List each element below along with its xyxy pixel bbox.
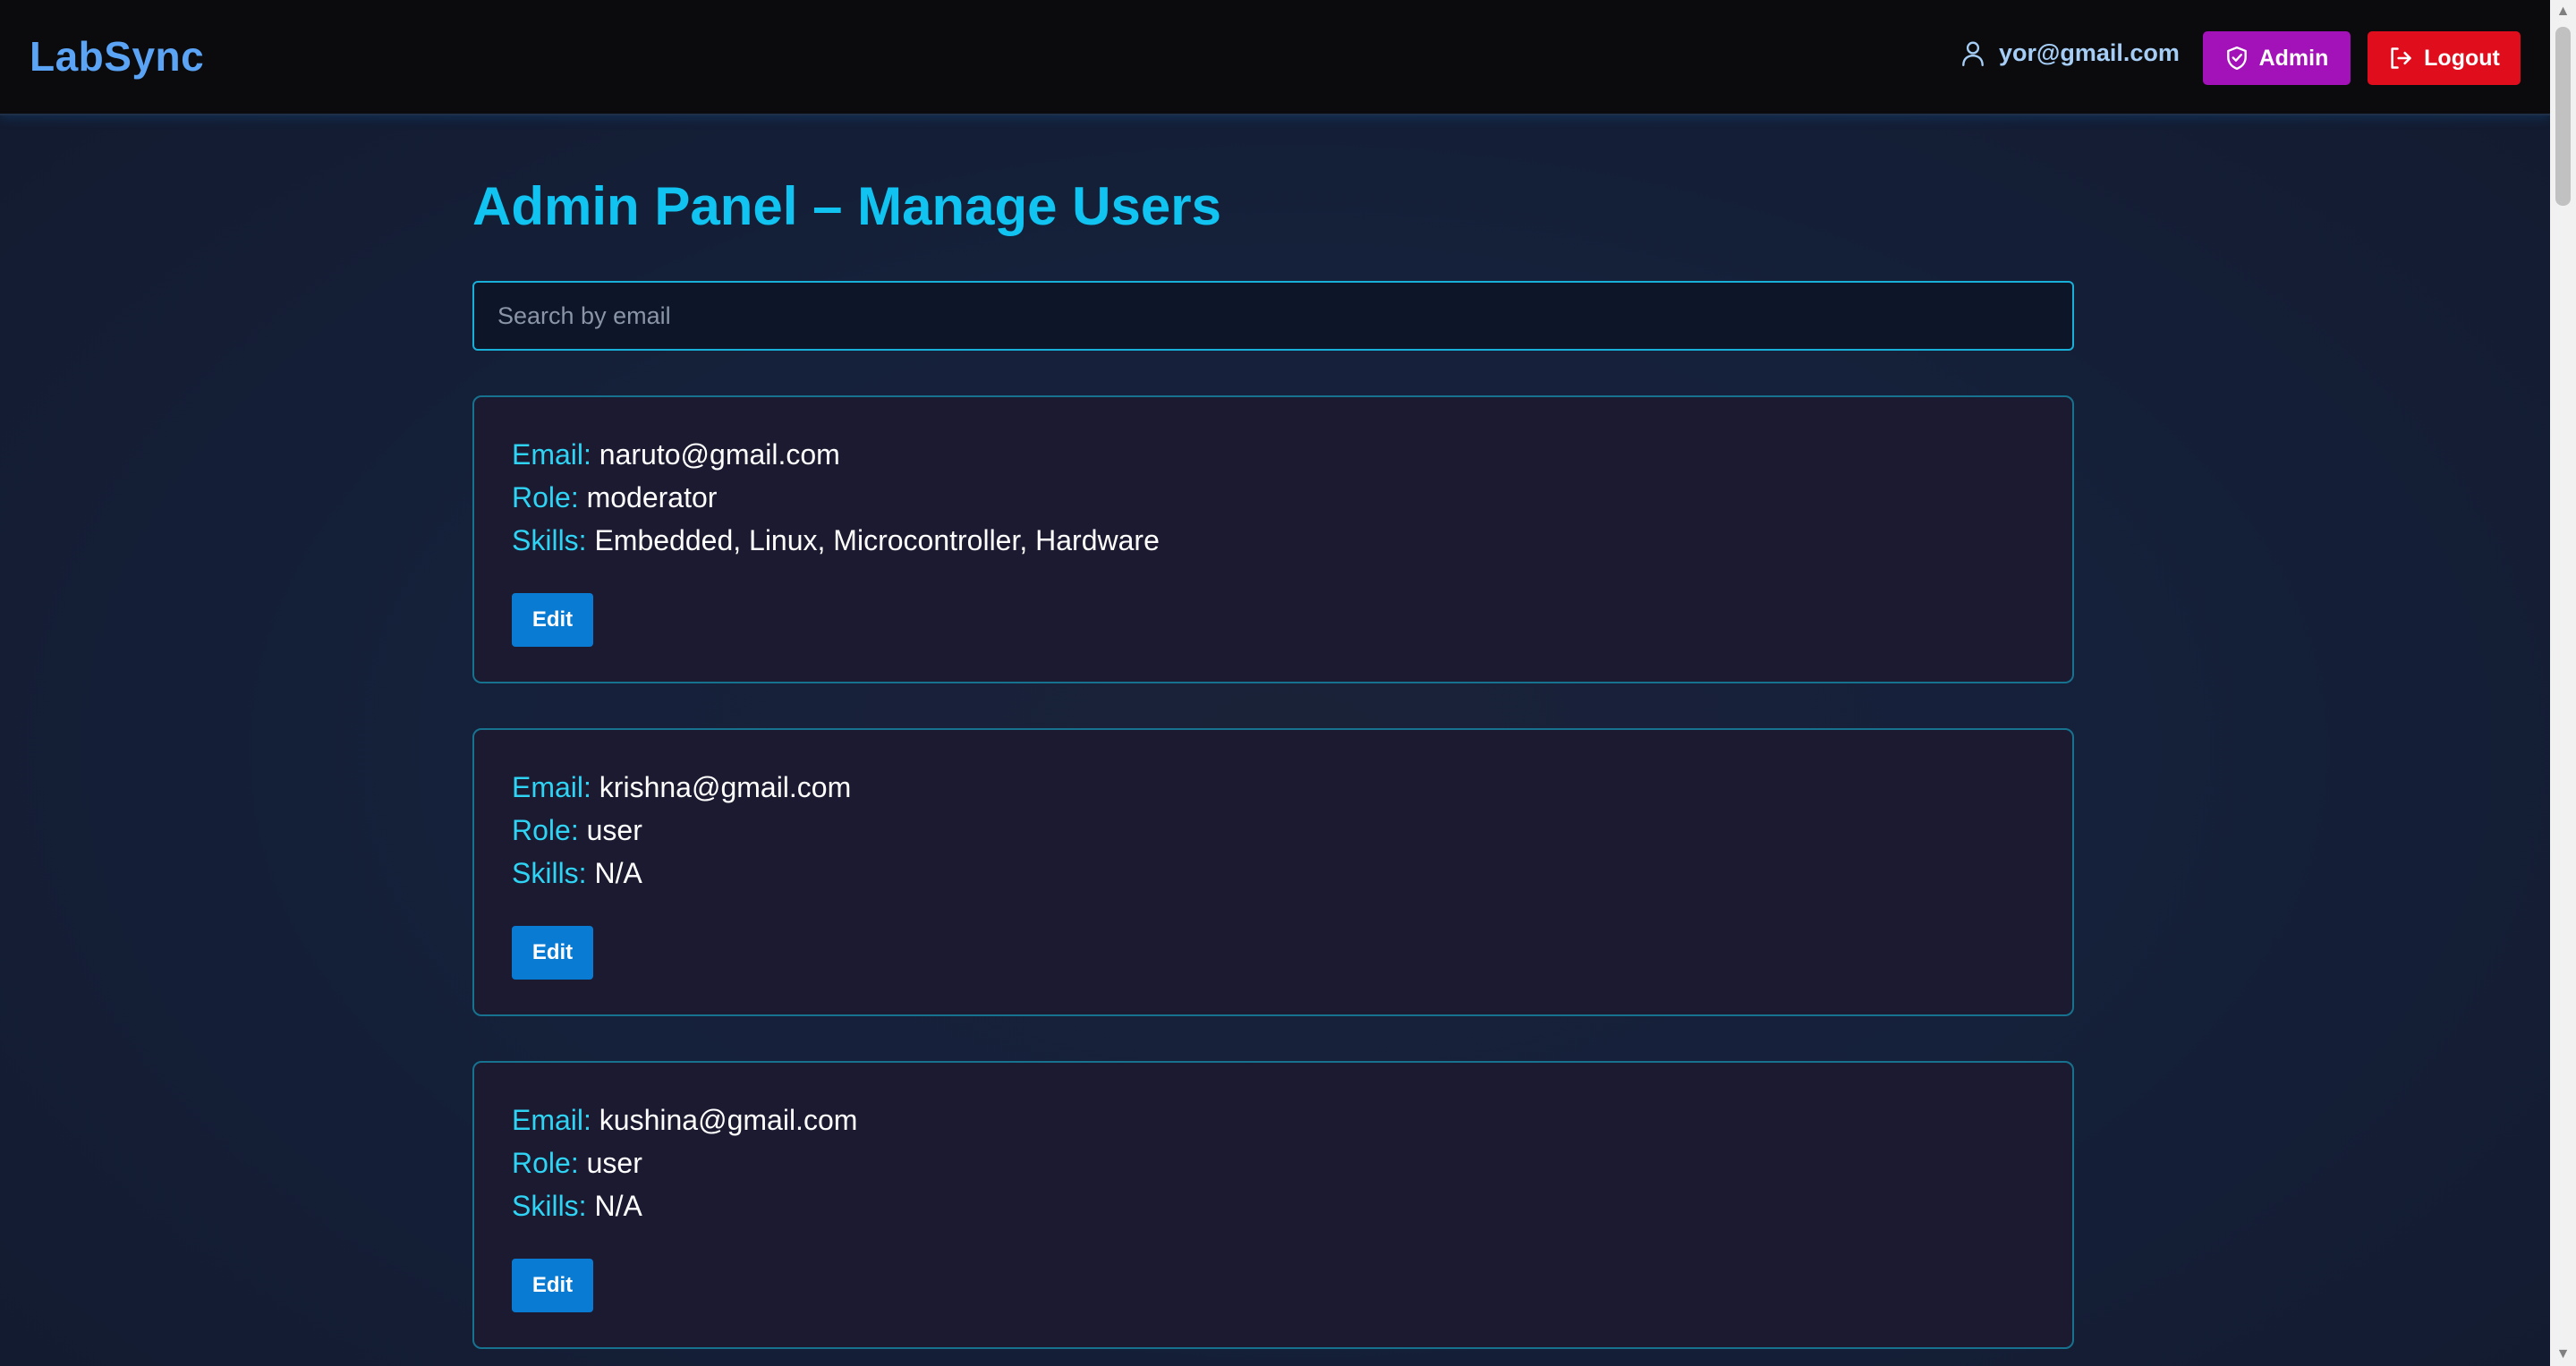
scroll-down-arrow-icon[interactable]: ▼ — [2550, 1343, 2576, 1366]
role-label: Role: — [512, 814, 579, 846]
user-role-row: Role: user — [512, 1147, 642, 1180]
edit-user-button[interactable]: Edit — [512, 1259, 593, 1312]
user-card: Email: kushina@gmail.com Role: user Skil… — [472, 1061, 2074, 1349]
user-skills-row: Skills: N/A — [512, 1190, 642, 1223]
user-role-row: Role: user — [512, 814, 642, 847]
role-label: Role: — [512, 1147, 579, 1179]
search-input[interactable] — [472, 281, 2074, 351]
page-title: Admin Panel – Manage Users — [472, 176, 1221, 236]
user-email-row: Email: kushina@gmail.com — [512, 1104, 857, 1137]
email-label: Email: — [512, 438, 591, 471]
user-card: Email: krishna@gmail.com Role: user Skil… — [472, 728, 2074, 1016]
user-skills-row: Skills: Embedded, Linux, Microcontroller… — [512, 524, 1160, 557]
skills-label: Skills: — [512, 1190, 587, 1222]
admin-button-label: Admin — [2258, 45, 2329, 71]
user-role-row: Role: moderator — [512, 481, 717, 514]
email-label: Email: — [512, 1104, 591, 1136]
scroll-up-arrow-icon[interactable]: ▲ — [2550, 0, 2576, 23]
logout-button[interactable]: Logout — [2368, 31, 2521, 85]
user-skills-value: N/A — [594, 857, 642, 889]
user-email-value: krishna@gmail.com — [599, 771, 852, 803]
user-role-value: moderator — [586, 481, 718, 513]
user-role-value: user — [586, 1147, 642, 1179]
skills-label: Skills: — [512, 524, 587, 556]
user-email-value: kushina@gmail.com — [599, 1104, 858, 1136]
navbar: LabSync yor@gmail.com Admin Logout — [0, 0, 2550, 115]
user-skills-value: Embedded, Linux, Microcontroller, Hardwa… — [594, 524, 1160, 556]
brand-logo[interactable]: LabSync — [30, 32, 204, 81]
user-skills-value: N/A — [594, 1190, 642, 1222]
shield-icon — [2226, 46, 2247, 71]
user-role-value: user — [586, 814, 642, 846]
current-user-email: yor@gmail.com — [1999, 39, 2180, 66]
user-email-row: Email: krishna@gmail.com — [512, 771, 851, 804]
edit-user-button[interactable]: Edit — [512, 926, 593, 980]
user-icon — [1962, 41, 1984, 66]
user-skills-row: Skills: N/A — [512, 857, 642, 890]
scrollbar-thumb[interactable] — [2555, 27, 2571, 206]
user-card: Email: naruto@gmail.com Role: moderator … — [472, 395, 2074, 683]
admin-button[interactable]: Admin — [2203, 31, 2351, 85]
skills-label: Skills: — [512, 857, 587, 889]
user-email-row: Email: naruto@gmail.com — [512, 438, 840, 471]
page-scrollbar[interactable]: ▲ ▼ — [2550, 0, 2576, 1366]
user-email-value: naruto@gmail.com — [599, 438, 840, 471]
edit-user-button[interactable]: Edit — [512, 593, 593, 647]
role-label: Role: — [512, 481, 579, 513]
logout-icon — [2391, 47, 2411, 69]
current-user: yor@gmail.com — [1961, 39, 2180, 67]
logout-button-label: Logout — [2424, 45, 2500, 71]
email-label: Email: — [512, 771, 591, 803]
